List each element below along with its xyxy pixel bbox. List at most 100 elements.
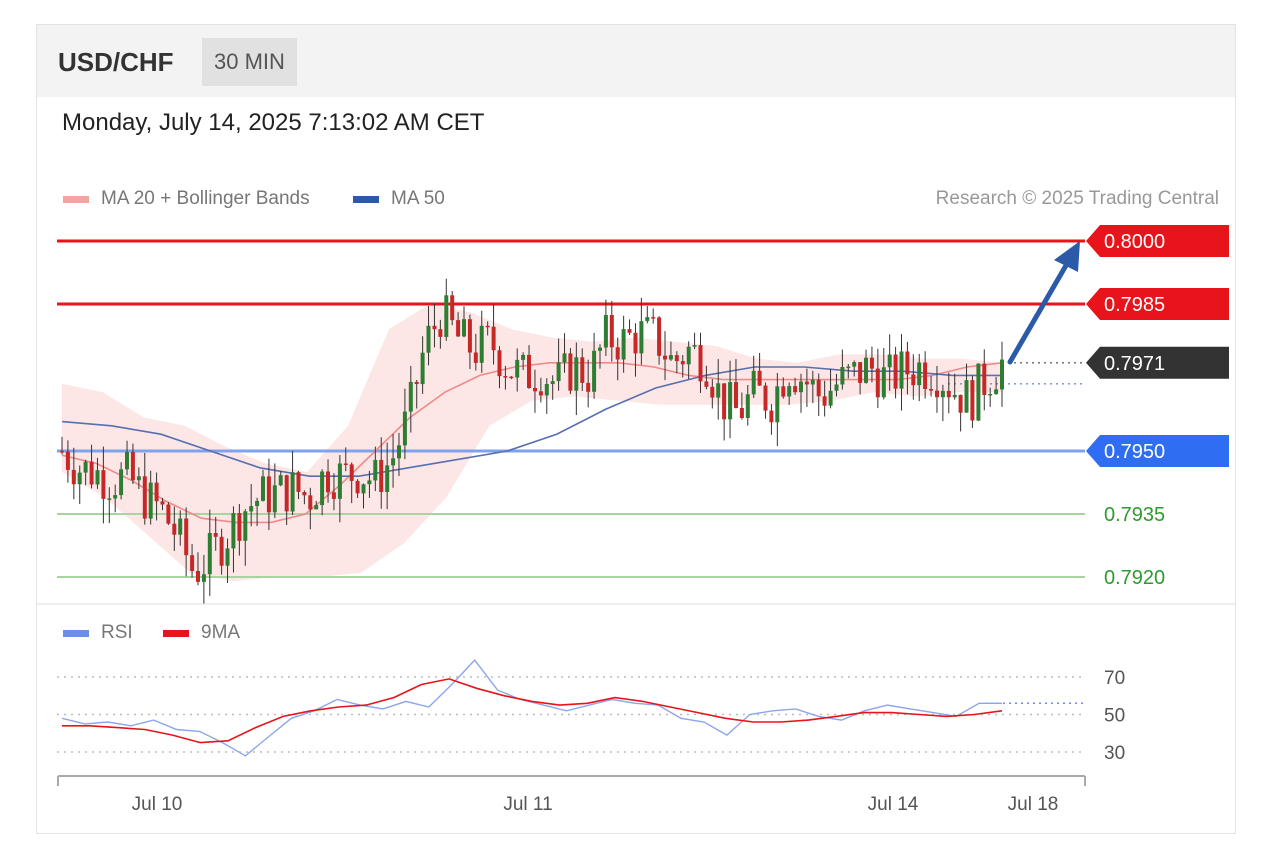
candle-body xyxy=(349,464,354,481)
candle-body xyxy=(65,451,70,470)
candle-body xyxy=(361,484,366,494)
candle-body xyxy=(763,385,768,411)
price-label-resistance: 0.8000 xyxy=(1086,225,1229,257)
candle-body xyxy=(196,571,200,582)
candle-body xyxy=(154,482,159,502)
candle-body xyxy=(326,471,330,493)
candle-body xyxy=(408,381,413,412)
candle-body xyxy=(397,445,401,459)
candle-body xyxy=(178,518,183,535)
candle-body xyxy=(988,394,993,396)
candle-body xyxy=(734,382,738,408)
candle-body xyxy=(621,329,626,360)
candle-body xyxy=(893,354,898,389)
candle-body xyxy=(538,391,543,396)
price-tag-text-support: 0.7935 xyxy=(1104,504,1165,526)
candle-body xyxy=(438,329,443,337)
candle-body xyxy=(308,495,313,510)
candle-body xyxy=(331,492,336,499)
candle-body xyxy=(852,362,857,367)
candle-body xyxy=(911,374,916,386)
price-tag-text: 0.7985 xyxy=(1104,294,1165,316)
candle-body xyxy=(970,380,975,421)
candle-body xyxy=(840,367,845,385)
candle-body xyxy=(722,383,727,420)
candle-body xyxy=(225,548,230,566)
rsi-tick-label: 30 xyxy=(1104,743,1125,764)
candle-body xyxy=(952,394,957,398)
candle-body xyxy=(775,386,780,423)
candle-body xyxy=(586,382,591,392)
candle-body xyxy=(184,518,189,556)
candle-body xyxy=(160,501,165,505)
candle-body xyxy=(355,480,360,494)
candle-body xyxy=(769,410,774,423)
candle-body xyxy=(751,370,756,395)
candle-body xyxy=(781,386,786,397)
candle-body xyxy=(101,470,106,499)
candle-body xyxy=(130,452,135,481)
candle-body xyxy=(657,317,662,356)
candle-body xyxy=(148,482,153,519)
candle-body xyxy=(668,355,673,360)
candle-body xyxy=(946,390,951,398)
candle-body xyxy=(166,504,171,524)
candle-body xyxy=(467,319,472,353)
candle-body xyxy=(745,394,750,418)
time-axis-label: Jul 10 xyxy=(132,794,183,815)
candle-body xyxy=(804,381,809,385)
candle-body xyxy=(237,513,242,541)
candle-body xyxy=(816,379,821,397)
projection-arrow-shaft xyxy=(1007,259,1071,365)
rsi-line xyxy=(61,659,1002,757)
price-tag-text: 0.7950 xyxy=(1104,441,1165,463)
candle-body xyxy=(663,355,667,360)
candle-body xyxy=(592,350,597,392)
candle-body xyxy=(923,362,928,389)
candle-body xyxy=(757,370,762,386)
candle-body xyxy=(562,353,567,363)
candle-body xyxy=(651,317,656,319)
candle-body xyxy=(444,295,449,337)
candle-body xyxy=(266,476,271,513)
time-axis-label: Jul 11 xyxy=(503,794,552,815)
chart-canvas: 0.8000 0.7985 0.7971 0.7950 0.7935 0.7920 70 50… xyxy=(57,225,1229,815)
candle-body xyxy=(402,411,407,446)
candle-body xyxy=(172,523,177,535)
candle-body xyxy=(929,389,934,391)
candle-body xyxy=(71,469,76,485)
candle-body xyxy=(320,471,325,506)
candle-body xyxy=(846,366,851,369)
candle-body xyxy=(633,332,638,354)
candle-body xyxy=(533,388,537,392)
candle-body xyxy=(645,317,650,322)
candle-body xyxy=(201,574,206,582)
candle-body xyxy=(958,394,963,413)
candle-body xyxy=(343,463,348,465)
candle-body xyxy=(190,555,195,571)
candle-body xyxy=(521,354,526,360)
candle-body xyxy=(982,363,987,395)
candle-body xyxy=(107,498,112,500)
candle-body xyxy=(728,382,733,420)
candle-body xyxy=(828,390,833,406)
candle-body xyxy=(858,362,863,383)
candle-body xyxy=(89,461,94,485)
candle-body xyxy=(964,380,969,413)
candle-body xyxy=(379,459,384,492)
candle-body xyxy=(598,347,602,351)
candle-body xyxy=(615,347,620,360)
candle-body xyxy=(899,351,904,389)
candle-body xyxy=(639,321,644,354)
candle-body xyxy=(302,492,307,496)
candle-body xyxy=(810,379,815,385)
candle-body xyxy=(739,408,744,418)
candle-body xyxy=(976,363,981,421)
candle-body xyxy=(272,485,277,513)
candle-body xyxy=(787,386,792,397)
candle-body xyxy=(373,459,378,481)
candle-body xyxy=(994,389,999,395)
candle-body xyxy=(479,325,484,363)
candle-body xyxy=(1000,359,1004,390)
candle-body xyxy=(296,472,301,492)
